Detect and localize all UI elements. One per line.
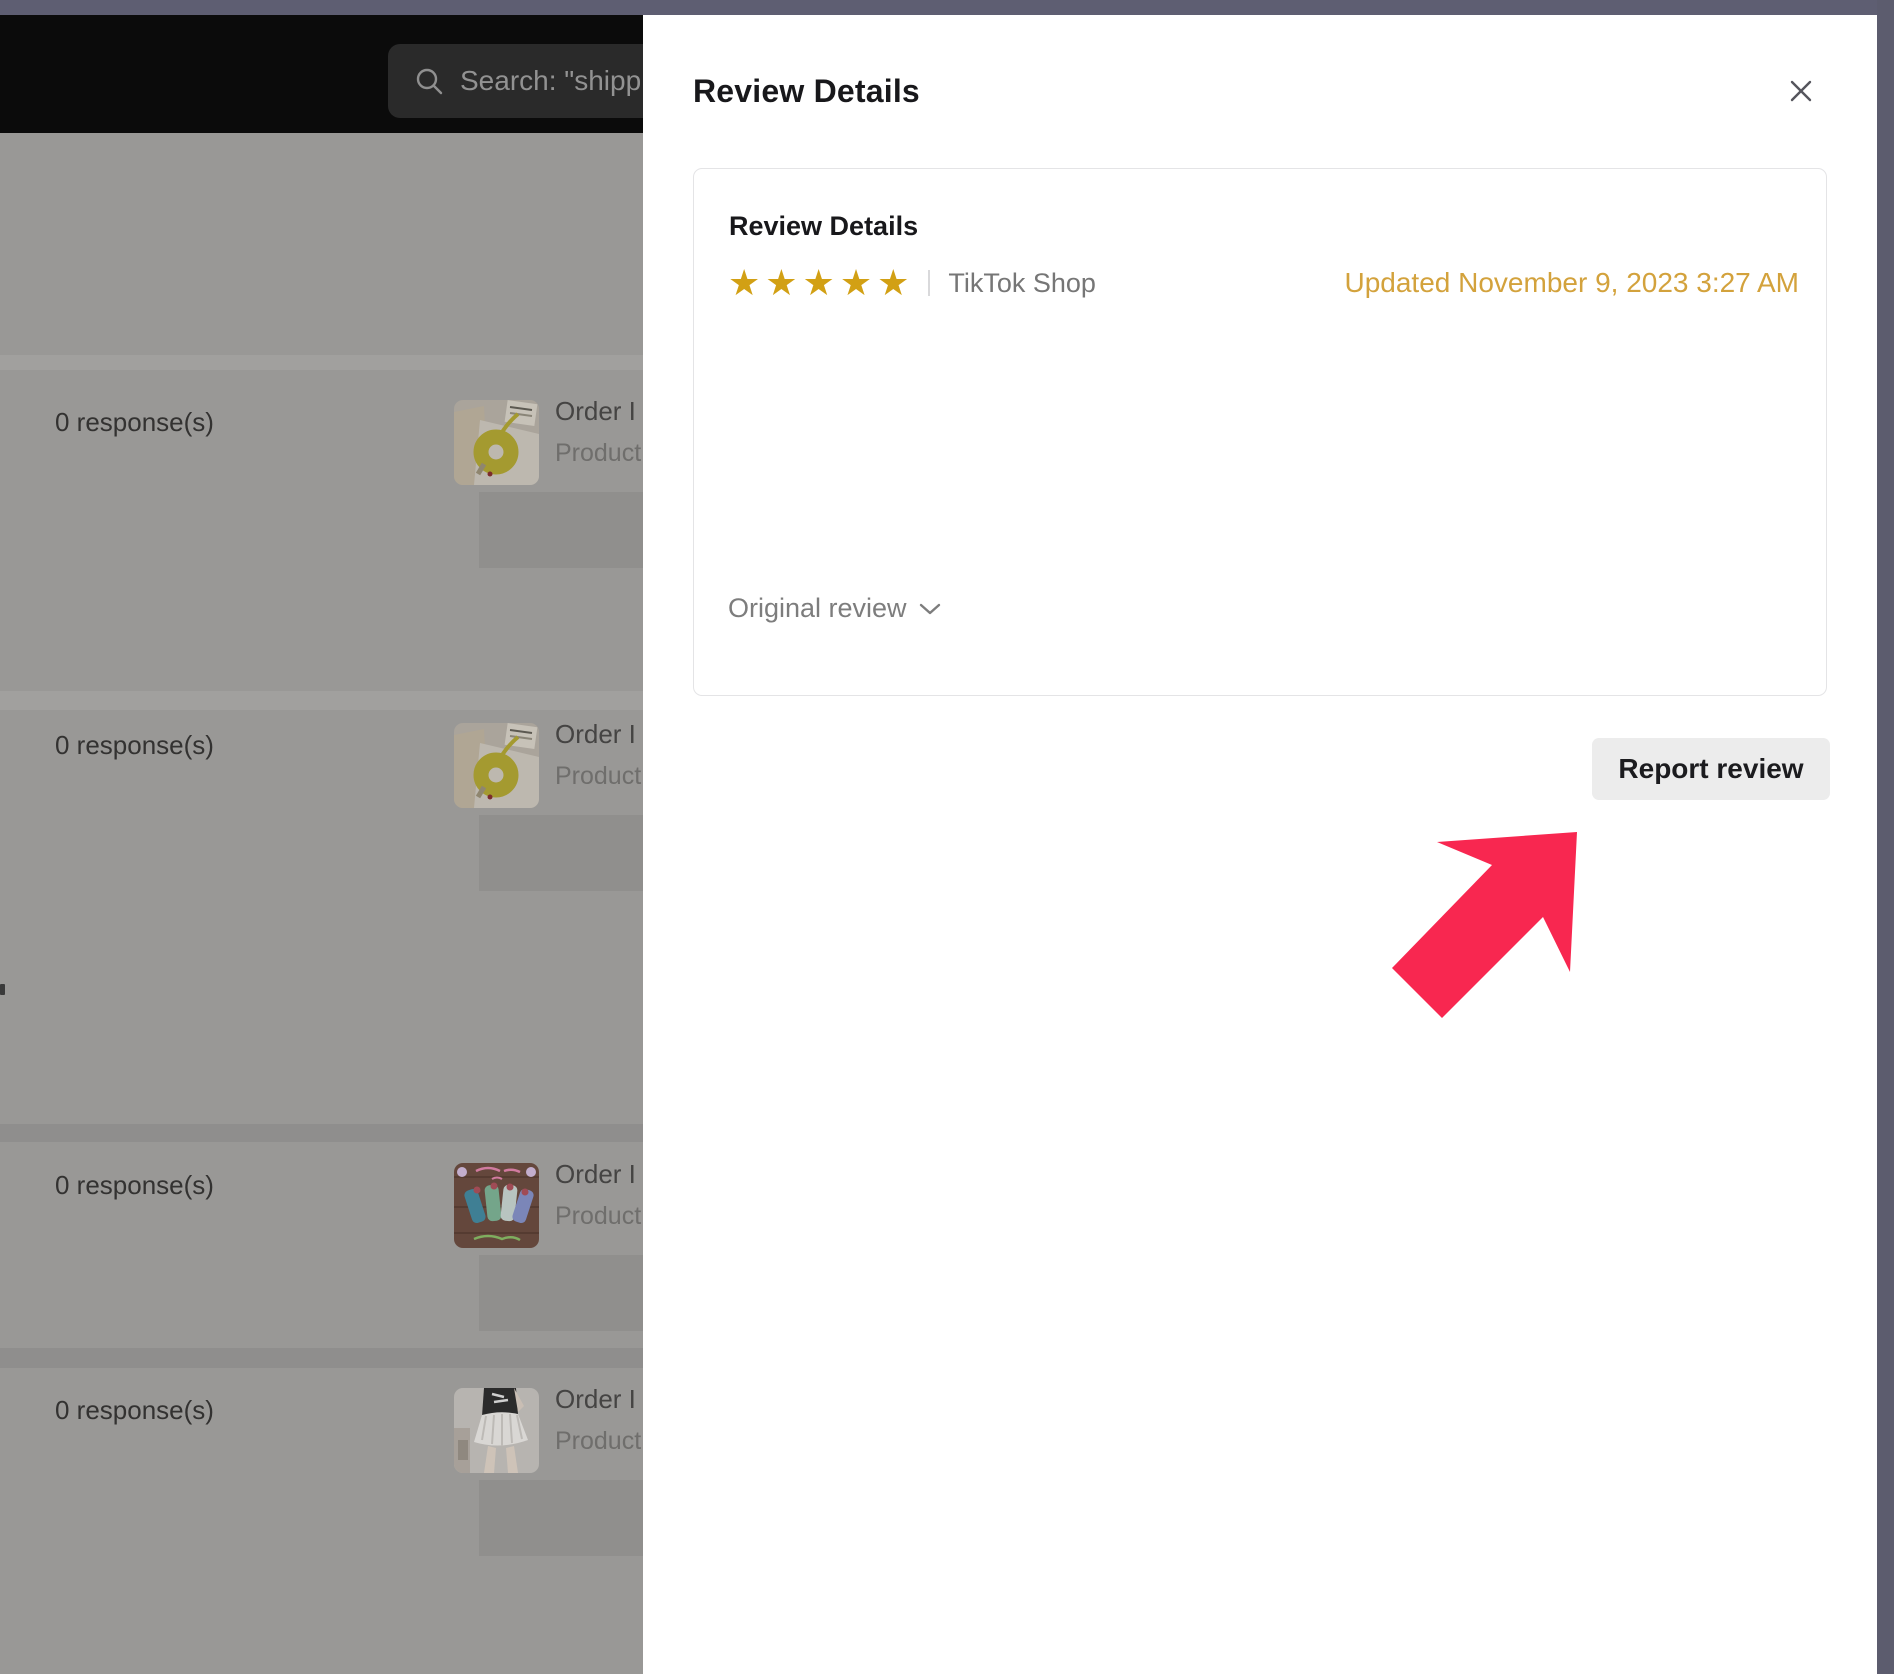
- row-gap-band: [0, 1124, 643, 1142]
- review-content-box: [479, 1255, 643, 1331]
- app-header: Search: "shipp: [0, 15, 643, 133]
- review-content-box: [479, 1480, 643, 1556]
- original-review-label: Original review: [728, 593, 907, 624]
- search-icon: [414, 66, 444, 96]
- window-top-bar: [0, 0, 1894, 15]
- window-right-strip: [1877, 0, 1894, 1674]
- review-list-row: 0 response(s) Order I Product: [0, 400, 643, 660]
- modal-title: Review Details: [693, 73, 920, 110]
- responses-count: 0 response(s): [55, 730, 214, 761]
- order-id-label: Order I: [555, 1163, 636, 1190]
- close-icon: [1787, 77, 1815, 105]
- order-id-label: Order I: [555, 723, 636, 750]
- responses-count: 0 response(s): [55, 407, 214, 438]
- chevron-down-icon: [919, 602, 941, 616]
- report-review-button[interactable]: Report review: [1592, 738, 1830, 800]
- review-content-box: [479, 815, 643, 891]
- search-value: Search: "shipp: [460, 65, 641, 97]
- divider: [928, 270, 930, 296]
- review-list-row: 0 response(s) Order I Product: [0, 723, 643, 983]
- responses-count: 0 response(s): [55, 1395, 214, 1426]
- review-list-row: 0 response(s): [0, 1163, 643, 1423]
- star-rating-icons: ★★★★★: [728, 265, 914, 301]
- product-thumbnail-bag: [454, 723, 539, 808]
- updated-timestamp: Updated November 9, 2023 3:27 AM: [1344, 267, 1799, 299]
- review-list-row: 0 response(s) Order I Product: [0, 1388, 643, 1648]
- product-label: Product: [555, 1202, 641, 1231]
- rating-row: ★★★★★ TikTok Shop Updated November 9, 20…: [728, 263, 1799, 303]
- clipped-text-fragment: [0, 984, 5, 995]
- annotation-arrow-icon: [1390, 828, 1580, 1020]
- product-label: Product: [555, 439, 641, 468]
- row-gap-band: [0, 355, 643, 370]
- review-content-box: [479, 492, 643, 568]
- review-details-card: Review Details ★★★★★ TikTok Shop Updated…: [693, 168, 1827, 696]
- product-thumbnail-bag: [454, 400, 539, 485]
- row-gap-band: [0, 691, 643, 710]
- order-id-label: Order I: [555, 400, 636, 427]
- product-thumbnail-skirt: [454, 1388, 539, 1473]
- original-review-toggle[interactable]: Original review: [728, 593, 941, 624]
- product-label: Product: [555, 1427, 641, 1456]
- order-id-label: Order I: [555, 1388, 636, 1415]
- review-details-modal: Review Details Review Details ★★★★★ TikT…: [643, 15, 1877, 1674]
- responses-count: 0 response(s): [55, 1170, 214, 1201]
- card-heading: Review Details: [729, 211, 918, 242]
- product-thumbnail-socks: [454, 1163, 539, 1248]
- close-button[interactable]: [1783, 73, 1819, 109]
- search-input[interactable]: Search: "shipp: [388, 44, 663, 118]
- platform-label: TikTok Shop: [948, 268, 1096, 299]
- product-label: Product: [555, 762, 641, 791]
